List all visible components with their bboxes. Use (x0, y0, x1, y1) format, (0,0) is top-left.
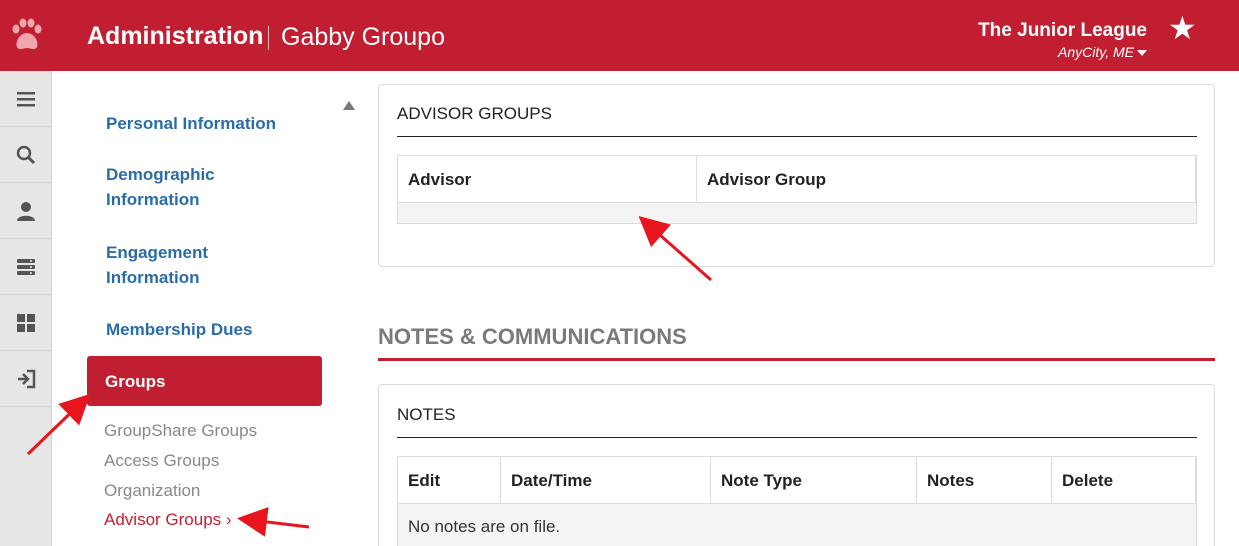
org-location: AnyCity, ME (1058, 44, 1134, 60)
panel-divider (397, 136, 1197, 137)
section-divider (378, 358, 1215, 361)
server-icon (16, 258, 35, 275)
paw-logo-icon[interactable] (8, 16, 44, 56)
section-nav: Personal Information Demographic Informa… (52, 71, 342, 546)
search-icon (16, 145, 35, 164)
member-name: Gabby Groupo (281, 23, 445, 51)
advisor-groups-table: Advisor Advisor Group (397, 155, 1197, 224)
empty-notes-message: No notes are on file. (398, 503, 1196, 546)
column-header-advisor[interactable]: Advisor (398, 156, 697, 202)
nav-advisor-groups[interactable]: Advisor Groups › (104, 510, 232, 530)
advisor-groups-panel: ADVISOR GROUPS Advisor Advisor Group (378, 84, 1215, 267)
menu-button[interactable] (0, 71, 51, 127)
dashboard-icon (16, 313, 35, 332)
nav-demographic-information[interactable]: Demographic Information (106, 162, 246, 212)
notes-communications-heading: NOTES & COMMUNICATIONS (378, 324, 687, 349)
column-header-notes[interactable]: Notes (917, 457, 1052, 503)
nav-organization[interactable]: Organization (104, 481, 200, 501)
nav-groupshare-groups[interactable]: GroupShare Groups (104, 421, 257, 441)
column-header-delete[interactable]: Delete (1052, 457, 1196, 503)
column-header-date-time[interactable]: Date/Time (501, 457, 711, 503)
caret-down-icon (1137, 50, 1147, 57)
page-title: Administration (87, 22, 264, 50)
menu-icon (16, 91, 35, 106)
top-header: Administration Gabby Groupo The Junior L… (0, 0, 1239, 71)
advisor-groups-title: ADVISOR GROUPS (397, 104, 552, 123)
icon-rail (0, 71, 52, 546)
notes-table: Edit Date/Time Note Type Notes Delete No… (397, 456, 1197, 546)
notes-panel: NOTES Edit Date/Time Note Type Notes Del… (378, 384, 1215, 546)
star-icon[interactable]: ★ (1168, 12, 1197, 44)
column-header-note-type[interactable]: Note Type (711, 457, 917, 503)
nav-membership-dues[interactable]: Membership Dues (106, 317, 326, 342)
notes-title: NOTES (397, 405, 456, 424)
panel-divider (397, 437, 1197, 438)
sign-out-button[interactable] (0, 351, 51, 407)
dashboard-button[interactable] (0, 295, 51, 351)
org-location-dropdown[interactable]: AnyCity, ME (1058, 44, 1147, 60)
nav-access-groups[interactable]: Access Groups (104, 451, 219, 471)
data-button[interactable] (0, 239, 51, 295)
search-button[interactable] (0, 127, 51, 183)
scroll-up-icon[interactable] (343, 101, 355, 110)
column-header-edit[interactable]: Edit (398, 457, 501, 503)
org-name[interactable]: The Junior League (978, 20, 1147, 42)
column-header-advisor-group[interactable]: Advisor Group (697, 156, 1196, 202)
user-icon (16, 201, 35, 221)
sign-out-icon (17, 369, 35, 388)
title-divider (268, 26, 269, 50)
nav-personal-information[interactable]: Personal Information (106, 111, 326, 136)
profile-button[interactable] (0, 183, 51, 239)
nav-engagement-information[interactable]: Engagement Information (106, 240, 246, 290)
nav-groups[interactable]: Groups (87, 356, 322, 406)
empty-table-row (398, 202, 1196, 223)
